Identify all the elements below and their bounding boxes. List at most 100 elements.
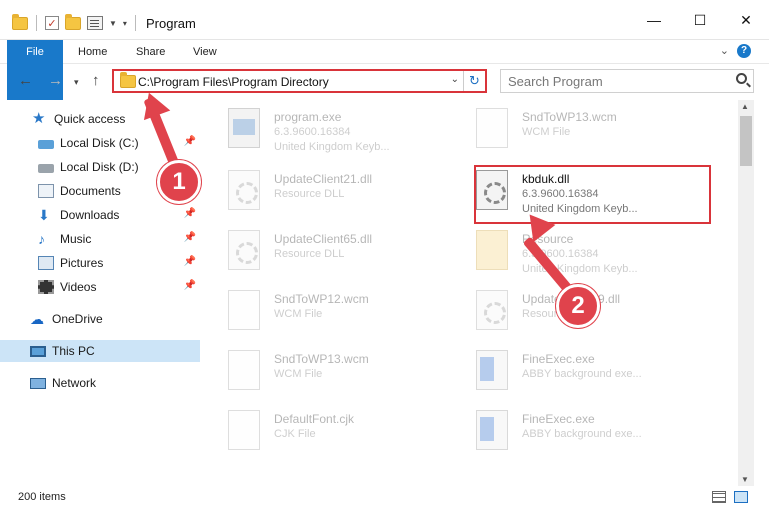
file-list: program.exe 6.3.9600.16384 United Kingdo… (208, 100, 738, 484)
sidebar-item-network[interactable]: Network (0, 372, 200, 394)
videos-icon (38, 280, 54, 294)
chevron-down-icon[interactable]: ⌄ (451, 74, 459, 85)
recent-locations-icon[interactable]: ▾ (74, 77, 79, 88)
chevron-down-icon[interactable]: ▼ (109, 19, 117, 28)
fineexec-icon (476, 350, 508, 390)
step-1-badge: 1 (157, 160, 201, 204)
pin-icon[interactable]: 📌 (184, 136, 196, 147)
help-icon[interactable]: ? (737, 44, 751, 58)
scroll-down-icon[interactable]: ▼ (741, 475, 749, 484)
file-item[interactable]: FineExec.exe ABBY background exe... (456, 342, 696, 402)
dll-icon (228, 170, 260, 210)
search-icon[interactable] (736, 73, 747, 84)
highlight-box (474, 165, 711, 224)
minimize-button[interactable]: — (631, 0, 677, 40)
file-item[interactable]: SndToWP13.wcm WCM File (456, 100, 696, 160)
download-icon: ⬇ (38, 207, 50, 223)
refresh-icon[interactable]: ↻ (463, 71, 485, 91)
fineexec-icon (476, 410, 508, 450)
file-item[interactable]: DefaultFont.cjk CJK File (208, 402, 448, 462)
sidebar-item-label: OneDrive (52, 312, 103, 326)
back-arrow-icon[interactable]: ← (18, 72, 33, 89)
file-name: FineExec.exe (522, 412, 595, 426)
sidebar-item-downloads[interactable]: ⬇ Downloads 📌 (0, 204, 200, 226)
file-item[interactable]: UpdateClient65.dll Resource DLL (208, 222, 448, 282)
dll-icon (228, 230, 260, 270)
title-bar: ✓ ▼ ▾ Program — ☐ ✕ (0, 0, 769, 40)
sidebar-item-label: Videos (60, 280, 97, 294)
tiles-view-icon[interactable] (734, 491, 748, 503)
pc-icon (30, 345, 46, 357)
tab-home[interactable]: Home (66, 40, 119, 64)
file-detail: CJK File (274, 428, 316, 440)
tab-view[interactable]: View (181, 40, 229, 64)
ribbon-tabs: File Home Share View ⌄ ? (0, 40, 769, 100)
sidebar-item-pictures[interactable]: Pictures 📌 (0, 252, 200, 274)
vertical-scrollbar[interactable]: ▲ ▼ (738, 100, 754, 486)
sidebar-item-label: Documents (60, 184, 121, 198)
pin-icon[interactable]: 📌 (184, 232, 196, 243)
maximize-button[interactable]: ☐ (677, 0, 723, 40)
file-item[interactable]: program.exe 6.3.9600.16384 United Kingdo… (208, 100, 448, 160)
search-box[interactable]: Search Program (500, 69, 754, 93)
sidebar-item-this-pc[interactable]: This PC (0, 340, 200, 362)
music-icon: ♪ (38, 231, 45, 247)
blank-file-icon (228, 290, 260, 330)
file-detail: WCM File (274, 368, 323, 380)
blank-file-icon (476, 108, 508, 148)
up-arrow-icon[interactable]: ↑ (92, 72, 100, 89)
scroll-up-icon[interactable]: ▲ (741, 102, 749, 111)
onedrive-icon: ☁ (30, 311, 44, 327)
sidebar-item-label: Downloads (60, 208, 120, 222)
sidebar-item-label: Local Disk (D:) (60, 160, 139, 174)
toolbar-divider (36, 15, 37, 31)
new-folder-icon[interactable] (65, 13, 81, 30)
file-name: SndToWP12.wcm (274, 292, 369, 306)
documents-icon (38, 184, 54, 198)
pin-icon[interactable]: 📌 (184, 208, 196, 219)
window-bottom-edge (0, 510, 769, 524)
sidebar-item-label: Local Disk (C:) (60, 136, 139, 150)
file-detail: WCM File (274, 308, 323, 320)
pin-icon[interactable]: 📌 (184, 256, 196, 267)
file-name: DefaultFont.cjk (274, 412, 355, 426)
blank-file-icon (228, 410, 260, 450)
close-button[interactable]: ✕ (723, 0, 769, 40)
file-detail: WCM File (522, 126, 571, 138)
file-detail: Resource DLL (274, 248, 345, 260)
status-bar: 200 items (0, 486, 769, 510)
sidebar-item-videos[interactable]: Videos 📌 (0, 276, 200, 298)
address-bar[interactable]: C:\Program Files\Program Directory ⌄ ↻ (112, 69, 487, 93)
dll-icon (476, 290, 508, 330)
search-input[interactable]: Search Program (508, 74, 603, 89)
view-options-icon[interactable] (87, 16, 103, 30)
exe-icon (228, 108, 260, 148)
sidebar-item-label: Music (60, 232, 92, 246)
file-item[interactable]: FineExec.exe ABBY background exe... (456, 402, 696, 462)
window-title: Program (146, 16, 196, 31)
file-item[interactable]: SndToWP13.wcm WCM File (208, 342, 448, 402)
forward-arrow-icon[interactable]: → (48, 72, 63, 89)
star-icon: ★ (32, 110, 46, 127)
folder-icon[interactable] (12, 13, 28, 30)
file-item[interactable]: Resource 6.3.9600.16384 United Kingdom K… (456, 222, 696, 282)
address-path[interactable]: C:\Program Files\Program Directory (138, 75, 329, 89)
expand-ribbon-icon[interactable]: ⌄ (720, 44, 729, 57)
network-icon (30, 377, 46, 389)
customize-toolbar-icon[interactable]: ▾ (123, 19, 127, 28)
file-detail: United Kingdom Keyb... (274, 141, 390, 153)
properties-check-icon[interactable]: ✓ (45, 16, 59, 30)
file-item[interactable]: UpdateClient21.dll Resource DLL (208, 162, 448, 222)
sidebar-item-music[interactable]: ♪ Music 📌 (0, 228, 200, 250)
file-item[interactable]: SndToWP12.wcm WCM File (208, 282, 448, 342)
scroll-thumb[interactable] (740, 116, 752, 166)
sidebar-item-onedrive[interactable]: ☁ OneDrive (0, 308, 200, 330)
details-view-icon[interactable] (712, 491, 726, 503)
tab-share[interactable]: Share (124, 40, 177, 64)
item-count: 200 items (18, 491, 66, 503)
quick-access-toolbar: ✓ ▼ ▾ (12, 12, 138, 34)
sidebar-item-label: Pictures (60, 256, 104, 270)
file-detail: 6.3.9600.16384 (274, 126, 351, 138)
sidebar-item-quick-access[interactable]: ★ Quick access (0, 108, 200, 130)
pin-icon[interactable]: 📌 (184, 280, 196, 291)
